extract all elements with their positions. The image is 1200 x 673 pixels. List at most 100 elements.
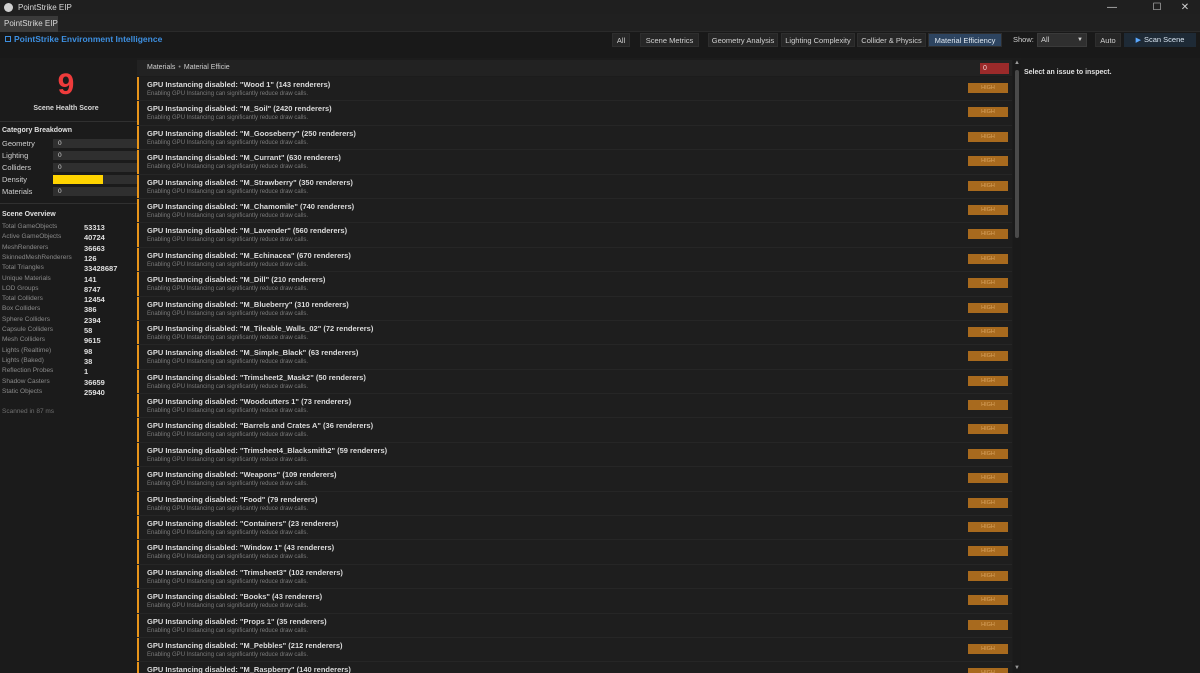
filter-scene-metrics[interactable]: Scene Metrics	[640, 33, 699, 47]
breadcrumb-text: Materials • Material Efficie	[147, 64, 230, 71]
list-item[interactable]: GPU Instancing disabled: "Woodcutters 1"…	[137, 394, 1012, 419]
tab-pointstrike[interactable]: PointStrike EIP	[0, 16, 58, 32]
issue-list-scrollbar[interactable]: ▲ ▼	[1013, 60, 1021, 673]
issue-description: Enabling GPU Instancing can significantl…	[147, 188, 309, 195]
issue-title: GPU Instancing disabled: "Trimsheet3" (1…	[147, 567, 343, 577]
severity-accent	[137, 296, 139, 320]
list-item[interactable]: GPU Instancing disabled: "Wood 1" (143 r…	[137, 77, 1012, 102]
filter-collider-physics[interactable]: Collider & Physics	[857, 33, 926, 47]
category-bar-fill	[53, 175, 104, 184]
category-bar: 0	[53, 187, 137, 196]
severity-accent	[137, 77, 139, 101]
toolbar: PointStrike Environment Intelligence All…	[0, 32, 1200, 48]
issue-title: GPU Instancing disabled: "M_Chamomile" (…	[147, 201, 355, 211]
category-bar	[53, 175, 137, 184]
issue-list[interactable]: GPU Instancing disabled: "Wood 1" (143 r…	[137, 77, 1012, 673]
category-value: 0	[58, 164, 62, 171]
list-item[interactable]: GPU Instancing disabled: "M_Raspberry" (…	[137, 662, 1012, 673]
list-item[interactable]: GPU Instancing disabled: "M_Soil" (2420 …	[137, 101, 1012, 126]
severity-badge: HIGH	[968, 229, 1008, 240]
breadcrumb-root[interactable]: Materials	[147, 64, 175, 71]
severity-accent	[137, 345, 139, 369]
issue-title: GPU Instancing disabled: "M_Currant" (63…	[147, 153, 341, 163]
severity-accent	[137, 613, 139, 637]
issue-description: Enabling GPU Instancing can significantl…	[147, 505, 309, 512]
tab-bar: PointStrike EIP	[0, 14, 1200, 32]
list-item[interactable]: GPU Instancing disabled: "M_Echinacea" (…	[137, 247, 1012, 273]
overview-value: 141	[84, 274, 97, 284]
list-item[interactable]: GPU Instancing disabled: "M_Tileable_Wal…	[137, 320, 1012, 346]
list-item[interactable]: GPU Instancing disabled: "M_Chamomile" (…	[137, 198, 1012, 224]
issues-panel: Materials • Material Efficie 0 GPU Instanc…	[137, 58, 1021, 673]
minimize-icon[interactable]: —	[1097, 0, 1127, 14]
auto-button[interactable]: Auto	[1095, 33, 1121, 47]
severity-accent	[137, 320, 139, 345]
list-item[interactable]: GPU Instancing disabled: "Weapons" (109 …	[137, 467, 1012, 492]
category-value: 0	[58, 140, 62, 147]
scroll-down-icon[interactable]: ▼	[1013, 665, 1021, 671]
title-bar: PointStrike EIP	[0, 0, 1200, 14]
severity-badge: HIGH	[968, 278, 1008, 289]
overview-value: 1	[84, 367, 89, 377]
overview-value: 126	[84, 253, 97, 263]
show-select[interactable]: All ▼	[1037, 33, 1087, 47]
scan-scene-button[interactable]: ▶ Scan Scene	[1124, 33, 1196, 47]
close-icon[interactable]: ✕	[1170, 0, 1200, 14]
list-item[interactable]: GPU Instancing disabled: "M_Simple_Black…	[137, 345, 1012, 370]
severity-accent	[137, 467, 139, 491]
list-item[interactable]: GPU Instancing disabled: "Trimsheet3" (1…	[137, 564, 1012, 590]
list-item[interactable]: GPU Instancing disabled: "Containers" (2…	[137, 516, 1012, 541]
scroll-up-icon[interactable]: ▲	[1013, 60, 1021, 66]
filter-lighting-complexity[interactable]: Lighting Complexity	[781, 33, 855, 47]
issue-title: GPU Instancing disabled: "M_Echinacea" (…	[147, 250, 351, 260]
issue-title: GPU Instancing disabled: "M_Raspberry" (…	[147, 665, 351, 673]
scrollbar-thumb[interactable]	[1015, 70, 1019, 238]
filter-all[interactable]: All	[612, 33, 630, 47]
list-item[interactable]: GPU Instancing disabled: "M_Strawberry" …	[137, 174, 1012, 199]
category-bar: 0	[53, 163, 137, 172]
severity-badge: HIGH	[968, 595, 1008, 606]
show-select-value: All	[1041, 35, 1050, 44]
filter-material-efficiency[interactable]: Material Efficiency	[928, 33, 1002, 47]
list-item[interactable]: GPU Instancing disabled: "Window 1" (43 …	[137, 540, 1012, 565]
list-item[interactable]: GPU Instancing disabled: "M_Gooseberry" …	[137, 125, 1012, 151]
severity-accent	[137, 101, 139, 125]
category-row: Geometry 0	[2, 139, 137, 149]
severity-accent	[137, 418, 139, 442]
overview-value: 25940	[84, 387, 105, 397]
list-item[interactable]: GPU Instancing disabled: "Books" (43 ren…	[137, 589, 1012, 614]
category-breakdown-title: Category Breakdown	[2, 127, 73, 134]
overview-row: Lights (Baked) 38	[2, 357, 136, 367]
list-item[interactable]: GPU Instancing disabled: "M_Lavender" (5…	[137, 223, 1012, 248]
list-item[interactable]: GPU Instancing disabled: "M_Currant" (63…	[137, 150, 1012, 175]
maximize-icon[interactable]: ☐	[1142, 0, 1172, 14]
severity-accent	[137, 394, 139, 418]
overview-row: Unique Materials 141	[2, 275, 136, 285]
list-item[interactable]: GPU Instancing disabled: "Props 1" (35 r…	[137, 613, 1012, 638]
list-item[interactable]: GPU Instancing disabled: "Barrels and Cr…	[137, 418, 1012, 443]
category-label: Geometry	[2, 139, 35, 148]
filter-geometry-analysis[interactable]: Geometry Analysis	[708, 33, 778, 47]
issue-description: Enabling GPU Instancing can significantl…	[147, 603, 309, 610]
severity-badge: HIGH	[968, 351, 1008, 362]
list-item[interactable]: GPU Instancing disabled: "Food" (79 rend…	[137, 491, 1012, 517]
issue-title: GPU Instancing disabled: "M_Pebbles" (21…	[147, 640, 343, 650]
overview-key: Total GameObjects	[2, 223, 58, 230]
list-item[interactable]: GPU Instancing disabled: "M_Dill" (210 r…	[137, 272, 1012, 297]
list-item[interactable]: GPU Instancing disabled: "M_Pebbles" (21…	[137, 637, 1012, 663]
issue-description: Enabling GPU Instancing can significantl…	[147, 212, 309, 219]
severity-badge: HIGH	[968, 180, 1008, 191]
list-item[interactable]: GPU Instancing disabled: "Trimsheet4_Bla…	[137, 442, 1012, 468]
category-bar: 0	[53, 139, 137, 148]
issue-description: Enabling GPU Instancing can significantl…	[147, 651, 309, 658]
brand-icon	[5, 36, 11, 42]
list-item[interactable]: GPU Instancing disabled: "M_Blueberry" (…	[137, 296, 1012, 321]
list-item[interactable]: GPU Instancing disabled: "Trimsheet2_Mas…	[137, 369, 1012, 395]
issue-description: Enabling GPU Instancing can significantl…	[147, 310, 309, 317]
overview-row: Static Objects 25940	[2, 388, 136, 398]
severity-badge: HIGH	[968, 424, 1008, 435]
overview-value: 98	[84, 346, 93, 356]
severity-badge: HIGH	[968, 326, 1008, 337]
issue-title: GPU Instancing disabled: "M_Strawberry" …	[147, 177, 353, 187]
overview-key: Box Colliders	[2, 305, 41, 313]
